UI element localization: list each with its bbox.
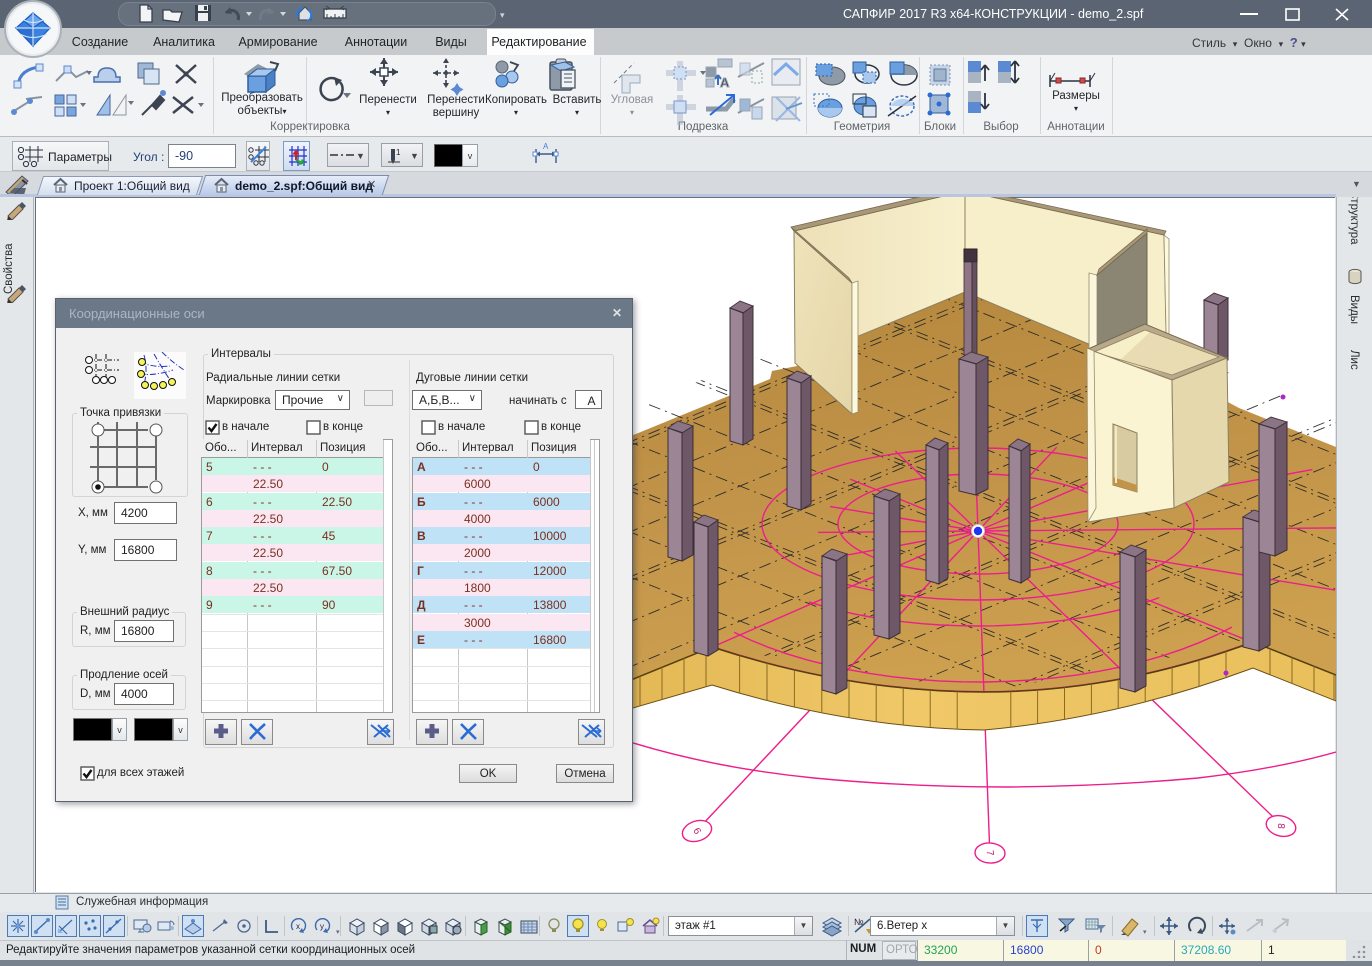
svg-text:1: 1 — [396, 148, 401, 157]
svg-text:A: A — [720, 75, 730, 90]
svg-text:y: y — [320, 922, 324, 931]
svg-text:№: № — [854, 917, 864, 927]
svg-text:x: x — [296, 922, 300, 931]
svg-text:A: A — [543, 142, 549, 151]
